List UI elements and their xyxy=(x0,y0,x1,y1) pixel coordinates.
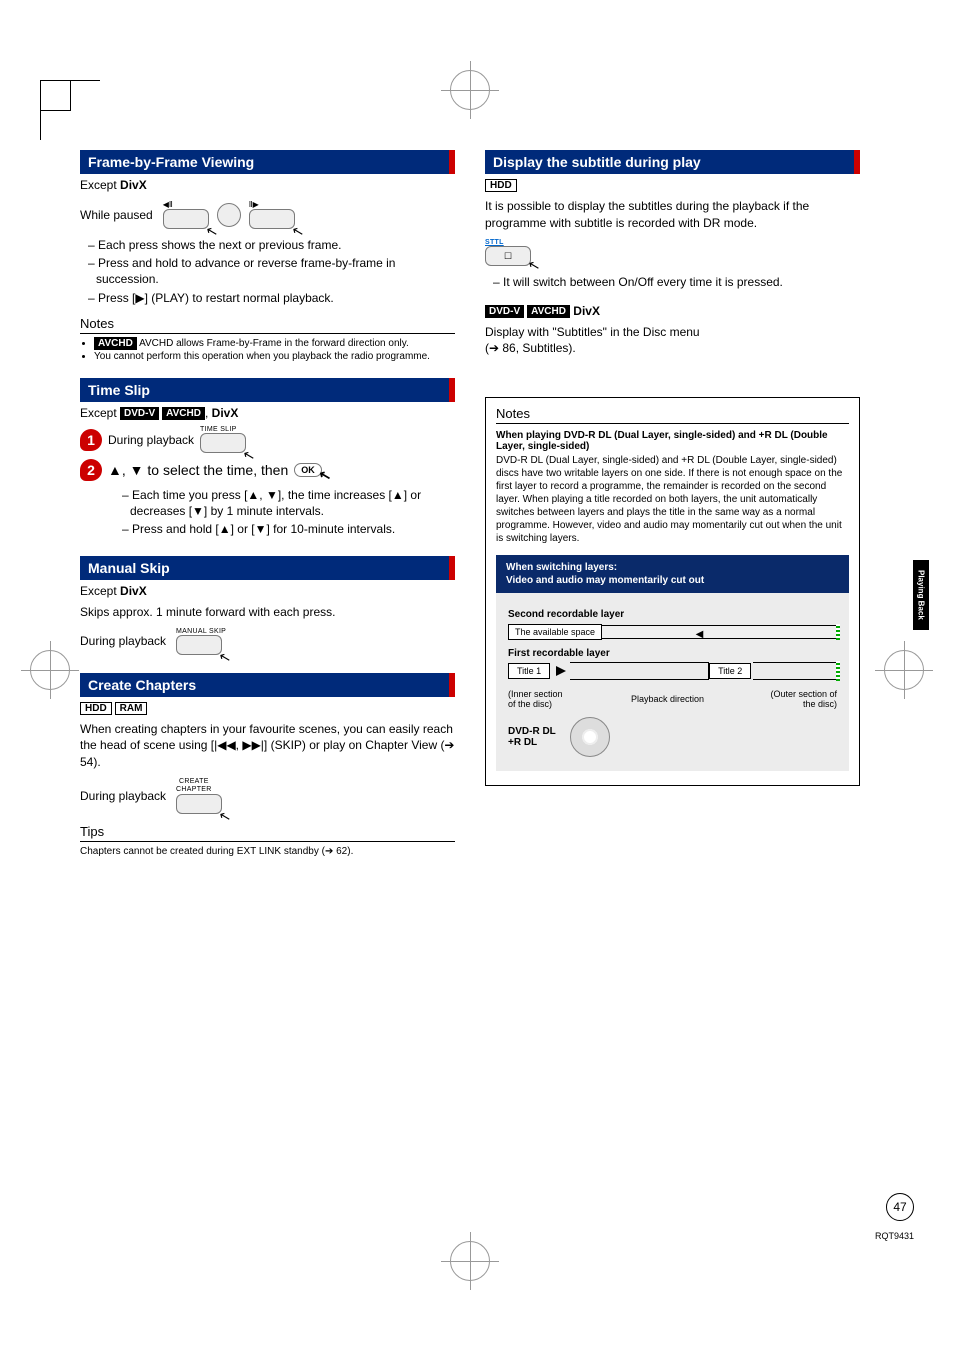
arrow-icon xyxy=(556,666,566,676)
timeslip-button-icon xyxy=(200,433,246,453)
first-layer-label: First recordable layer xyxy=(508,648,837,659)
subtitle-desc2b: (➔ 86, Subtitles). xyxy=(485,340,860,356)
center-button-icon xyxy=(217,203,241,227)
chapters-during: During playback xyxy=(80,789,166,803)
step-2-text: ▲, ▼ to select the time, then xyxy=(108,462,288,478)
sub-tag-dvdv: DVD-V xyxy=(485,305,524,318)
subtitle-desc2a: Display with "Subtitles" in the Disc men… xyxy=(485,324,860,340)
frame-step-buttons: ◀Ⅱ Ⅱ▶ xyxy=(163,200,295,229)
right-column: Display the subtitle during play HDD It … xyxy=(485,150,860,857)
tag-avchd: AVCHD xyxy=(162,407,205,420)
except-tag-divx: DivX xyxy=(120,178,147,192)
timeslip-divx: DivX xyxy=(212,406,239,420)
side-tab: Playing Back xyxy=(913,560,929,630)
sub-tag-avchd: AVCHD xyxy=(527,305,570,318)
frame-line-2: Press and hold to advance or reverse fra… xyxy=(88,255,455,287)
section-frame-by-frame: Frame-by-Frame Viewing xyxy=(80,150,455,174)
registration-target-left xyxy=(30,650,70,690)
left-column: Frame-by-Frame Viewing Except DivX While… xyxy=(80,150,455,857)
playback-dir-label: Playback direction xyxy=(631,694,704,704)
tips-body: Chapters cannot be created during EXT LI… xyxy=(80,846,455,857)
chapters-desc: When creating chapters in your favourite… xyxy=(80,721,455,770)
step-1-badge: 1 xyxy=(80,429,102,451)
registration-target-top xyxy=(450,70,490,110)
timeslip-sub-2: Press and hold [▲] or [▼] for 10-minute … xyxy=(122,521,455,537)
sub-tag-hdd: HDD xyxy=(485,179,517,192)
dl-notes-body: DVD-R DL (Dual Layer, single-sided) and … xyxy=(496,454,849,545)
registration-target-right xyxy=(884,650,924,690)
notes-rule xyxy=(80,333,455,334)
frame-line-1: Each press shows the next or previous fr… xyxy=(88,237,455,253)
mskip-btn-label: MANUAL SKIP xyxy=(176,628,226,635)
dl-notes-heading: Notes xyxy=(496,406,849,421)
section-time-slip: Time Slip xyxy=(80,378,455,402)
timeslip-btn-label: TIME SLIP xyxy=(200,426,237,433)
registration-target-bottom xyxy=(450,1241,490,1281)
while-paused-label: While paused xyxy=(80,208,153,222)
sttl-button-icon: ☐ xyxy=(485,246,531,266)
inner-label: (Inner section of the disc) xyxy=(508,689,568,709)
frame-line-3: Press [▶] (PLAY) to restart normal playb… xyxy=(88,290,455,306)
step-1-text: During playback xyxy=(108,433,194,447)
tag-separator: , xyxy=(205,406,208,420)
frame-note-1: AVCHD AVCHD allows Frame-by-Frame in the… xyxy=(94,338,455,351)
timeslip-except: Except xyxy=(80,406,117,420)
section-create-chapters: Create Chapters xyxy=(80,673,455,697)
notes-heading: Notes xyxy=(80,316,455,331)
mskip-desc: Skips approx. 1 minute forward with each… xyxy=(80,604,455,620)
ok-button-icon: OK xyxy=(294,463,322,477)
title2-box: Title 2 xyxy=(709,663,751,679)
subtitle-lines: It will switch between On/Off every time… xyxy=(485,274,860,290)
dl-notes-rule xyxy=(496,423,849,424)
tag-hdd: HDD xyxy=(80,702,112,715)
dl-notes-title: When playing DVD-R DL (Dual Layer, singl… xyxy=(496,430,849,452)
mskip-divx: DivX xyxy=(120,584,147,598)
outer-label: (Outer section of the disc) xyxy=(767,689,837,709)
subtitle-line-1: It will switch between On/Off every time… xyxy=(493,274,860,290)
title1-box: Title 1 xyxy=(508,663,550,679)
section-manual-skip: Manual Skip xyxy=(80,556,455,580)
create-chapter-button-icon xyxy=(176,794,222,814)
timeslip-sublist: Each time you press [▲, ▼], the time inc… xyxy=(114,487,455,538)
sub-divx: DivX xyxy=(573,304,600,318)
frame-notes: AVCHD AVCHD allows Frame-by-Frame in the… xyxy=(94,338,455,364)
tag-ram: RAM xyxy=(115,702,148,715)
tag-dvdv: DVD-V xyxy=(120,407,159,420)
tips-rule xyxy=(80,841,455,842)
mskip-except: Except xyxy=(80,584,117,598)
next-frame-button-icon xyxy=(249,209,295,229)
step-2-badge: 2 xyxy=(80,459,102,481)
except-label: Except xyxy=(80,178,117,192)
section-subtitle: Display the subtitle during play xyxy=(485,150,860,174)
mskip-during: During playback xyxy=(80,634,166,648)
subtitle-desc: It is possible to display the subtitles … xyxy=(485,198,860,230)
disc-type-label: DVD-R DL +R DL xyxy=(508,726,556,748)
frame-note-2: You cannot perform this operation when y… xyxy=(94,351,455,364)
layer-diagram: When switching layers: Video and audio m… xyxy=(496,555,849,771)
page-number: 47 xyxy=(886,1193,914,1221)
tips-heading: Tips xyxy=(80,824,455,839)
chapters-btn-label: CREATECHAPTER xyxy=(176,778,212,794)
timeslip-sub-1: Each time you press [▲, ▼], the time inc… xyxy=(122,487,455,519)
second-layer-label: Second recordable layer xyxy=(508,609,837,620)
manual-skip-button-icon xyxy=(176,635,222,655)
prev-frame-button-icon xyxy=(163,209,209,229)
doc-code: RQT9431 xyxy=(875,1231,914,1241)
diag-header: When switching layers: Video and audio m… xyxy=(496,555,849,593)
available-space-box: The available space xyxy=(508,624,602,640)
dl-notes-box: Notes When playing DVD-R DL (Dual Layer,… xyxy=(485,397,860,786)
sttl-label: STTL xyxy=(485,239,504,246)
disc-icon xyxy=(570,717,610,757)
crop-mark-top-left xyxy=(40,80,100,140)
frame-instructions: Each press shows the next or previous fr… xyxy=(80,237,455,306)
